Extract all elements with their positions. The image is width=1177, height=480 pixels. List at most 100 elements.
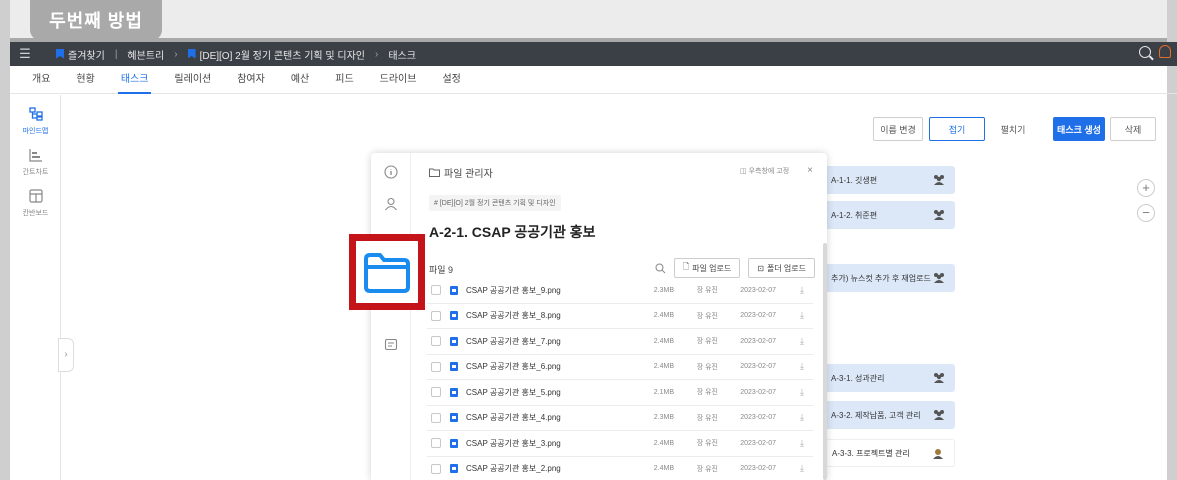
node-label: A-1-2. 취준편 <box>831 210 878 220</box>
file-name: CSAP 공공기관 홍보_9.png <box>466 285 561 295</box>
image-file-icon <box>450 413 458 423</box>
collapse-button[interactable]: 접기 <box>929 117 985 141</box>
tab-members[interactable]: 참여자 <box>224 66 278 94</box>
folder-highlight[interactable] <box>349 234 425 310</box>
image-file-icon <box>450 464 458 474</box>
download-icon[interactable]: ⤓ <box>776 310 804 321</box>
bookmark-icon <box>56 48 64 59</box>
sidebar-expand-button[interactable]: › <box>58 338 74 372</box>
mindmap-icon <box>28 107 43 121</box>
file-owner: 장 유진 <box>696 363 718 371</box>
download-icon[interactable]: ⤓ <box>776 412 804 423</box>
mindmap-node[interactable]: A-3-2. 제작납품, 고객 관리 <box>825 401 955 429</box>
tab-drive[interactable]: 드라이브 <box>367 66 430 94</box>
file-row[interactable]: CSAP 공공기관 홍보_8.png 2.4MB 장 유진 2023-02-07 ⤓ <box>427 304 813 329</box>
file-name: CSAP 공공기관 홍보_3.png <box>466 438 561 448</box>
bell-icon[interactable] <box>1159 45 1171 58</box>
delete-button[interactable]: 삭제 <box>1110 117 1156 141</box>
gantt-icon <box>28 149 42 162</box>
file-row[interactable]: CSAP 공공기관 홍보_5.png 2.1MB 장 유진 2023-02-07 ⤓ <box>427 380 813 406</box>
mindmap-node[interactable]: A-3-3. 프로젝트별 관리 <box>825 439 955 467</box>
tab-status[interactable]: 현황 <box>63 66 107 94</box>
tab-settings[interactable]: 설정 <box>429 66 473 94</box>
breadcrumb-project-label: [DE][O] 2월 정기 콘텐츠 기획 및 디자인 <box>199 50 365 62</box>
sidebar-item-mindmap[interactable]: 마인드맵 <box>10 107 61 136</box>
breadcrumb: 즐겨찾기 | 혜븐트리 › [DE][O] 2월 정기 콘텐츠 기획 및 디자인… <box>56 47 416 62</box>
expand-button[interactable]: 펼치기 <box>988 117 1038 141</box>
file-owner: 장 유진 <box>696 389 718 397</box>
file-size: 2.4MB <box>653 337 674 345</box>
row-checkbox[interactable] <box>431 412 441 423</box>
user-icon <box>933 449 943 459</box>
file-row[interactable]: CSAP 공공기관 홍보_9.png 2.3MB 장 유진 2023-02-07 ⤓ <box>427 278 813 304</box>
file-row[interactable]: CSAP 공공기관 홍보_6.png 2.4MB 장 유진 2023-02-07 ⤓ <box>427 355 813 380</box>
tab-budget[interactable]: 예산 <box>278 66 322 94</box>
topbar-actions <box>1139 45 1171 58</box>
folder-upload-icon: ⊡ <box>757 263 764 273</box>
file-row[interactable]: CSAP 공공기관 홍보_3.png 2.4MB 장 유진 2023-02-07 ⤓ <box>427 431 813 457</box>
info-icon[interactable] <box>384 165 398 179</box>
breadcrumb-tree[interactable]: 혜븐트리 <box>127 47 164 62</box>
zoom-out-icon[interactable]: − <box>1137 204 1155 222</box>
download-icon[interactable]: ⤓ <box>776 361 804 372</box>
file-row[interactable]: CSAP 공공기관 홍보_7.png 2.4MB 장 유진 2023-02-07 ⤓ <box>427 329 813 355</box>
node-label: A-3-2. 제작납품, 고객 관리 <box>831 410 921 420</box>
image-file-icon <box>450 387 458 397</box>
tab-task[interactable]: 태스크 <box>108 66 162 94</box>
breadcrumb-project[interactable]: [DE][O] 2월 정기 콘텐츠 기획 및 디자인 <box>187 47 365 62</box>
tab-feed[interactable]: 피드 <box>322 66 366 94</box>
download-icon[interactable]: ⤓ <box>776 438 804 449</box>
file-name: CSAP 공공기관 홍보_6.png <box>466 362 561 372</box>
row-checkbox[interactable] <box>431 463 441 474</box>
row-checkbox[interactable] <box>431 285 441 296</box>
search-icon[interactable] <box>655 263 666 274</box>
image-file-icon <box>450 362 458 372</box>
tab-overview[interactable]: 개요 <box>10 66 63 94</box>
pin-right-button[interactable]: ◫ 우측창에 고정 <box>740 166 789 176</box>
top-bar: ☰ 즐겨찾기 | 혜븐트리 › [DE][O] 2월 정기 콘텐츠 기획 및 디… <box>10 42 1177 66</box>
project-tag[interactable]: # [DE][O] 2월 정기 콘텐츠 기획 및 디자인 <box>429 195 561 211</box>
image-file-icon <box>450 336 458 346</box>
file-row[interactable]: CSAP 공공기관 홍보_4.png 2.3MB 장 유진 2023-02-07 ⤓ <box>427 406 813 431</box>
breadcrumb-task[interactable]: 태스크 <box>388 47 416 62</box>
breadcrumb-divider: | <box>114 48 118 60</box>
row-checkbox[interactable] <box>431 336 441 347</box>
search-icon[interactable] <box>1139 45 1151 58</box>
download-icon[interactable]: ⤓ <box>776 285 804 296</box>
row-checkbox[interactable] <box>431 361 441 372</box>
row-checkbox[interactable] <box>431 387 441 398</box>
mindmap-node[interactable]: A-3-1. 성과관리 <box>825 364 955 392</box>
file-date: 2023-02-07 <box>740 465 776 473</box>
zoom-in-icon[interactable]: + <box>1137 179 1155 197</box>
close-icon[interactable]: × <box>807 165 813 176</box>
upload-folder-label: 폴더 업로드 <box>766 263 806 273</box>
download-icon[interactable]: ⤓ <box>776 336 804 347</box>
sidebar-item-kanban[interactable]: 칸반보드 <box>10 189 61 218</box>
sidebar-item-gantt[interactable]: 간트차트 <box>10 148 61 177</box>
mindmap-node[interactable]: A-1-1. 깃생편 <box>825 166 955 194</box>
rename-button[interactable]: 이름 변경 <box>873 117 923 141</box>
folder-icon <box>429 168 440 177</box>
breadcrumb-favorites[interactable]: 즐겨찾기 <box>56 47 105 62</box>
file-row[interactable]: CSAP 공공기관 홍보_2.png 2.4MB 장 유진 2023-02-07 ⤓ <box>427 457 813 480</box>
mindmap-node[interactable]: A-1-2. 취준편 <box>825 201 955 229</box>
upload-file-button[interactable]: 🗋 파일 업로드 <box>673 258 741 278</box>
row-checkbox[interactable] <box>431 310 441 321</box>
panel-scrollbar[interactable] <box>823 243 827 480</box>
file-name: CSAP 공공기관 홍보_2.png <box>466 464 561 474</box>
create-task-button[interactable]: 태스크 생성 <box>1053 117 1105 141</box>
download-icon[interactable]: ⤓ <box>776 463 804 474</box>
view-sidebar: 마인드맵 간트차트 칸반보드 <box>10 95 61 480</box>
pin-right-label: 우측창에 고정 <box>748 167 790 175</box>
mindmap-node[interactable]: 추가) 뉴스컷 추가 후 재업로드 <box>825 264 955 292</box>
upload-folder-button[interactable]: ⊡ 폴더 업로드 <box>748 258 815 278</box>
tab-relation[interactable]: 릴레이션 <box>161 66 224 94</box>
file-owner: 장 유진 <box>696 465 718 473</box>
comment-icon[interactable] <box>384 338 398 352</box>
download-icon[interactable]: ⤓ <box>776 387 804 398</box>
person-icon[interactable] <box>384 197 398 211</box>
hamburger-menu-icon[interactable]: ☰ <box>10 46 40 62</box>
node-label: A-3-3. 프로젝트별 관리 <box>832 448 910 458</box>
row-checkbox[interactable] <box>431 438 441 449</box>
file-size: 2.3MB <box>653 414 674 422</box>
